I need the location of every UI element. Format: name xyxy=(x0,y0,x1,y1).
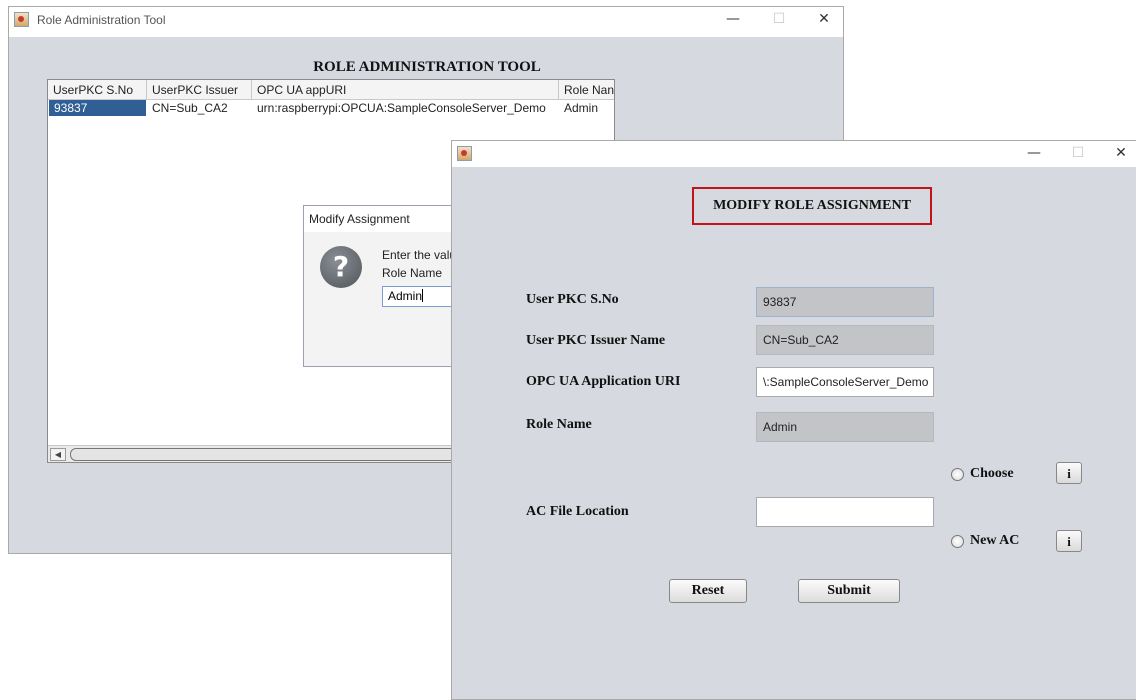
cell-role[interactable]: Admin xyxy=(559,100,614,116)
text-cursor xyxy=(422,289,424,302)
choose-radio[interactable] xyxy=(951,468,964,481)
role-field[interactable]: Admin xyxy=(756,412,934,442)
new-ac-info-button[interactable]: i xyxy=(1056,530,1082,552)
minimize-icon[interactable]: — xyxy=(723,11,743,27)
choose-info-button[interactable]: i xyxy=(1056,462,1082,484)
page-title: ROLE ADMINISTRATION TOOL xyxy=(313,59,541,75)
cell-issuer[interactable]: CN=Sub_CA2 xyxy=(147,100,252,116)
scroll-left-icon[interactable]: ◀ xyxy=(50,448,66,461)
column-header-sno[interactable]: UserPKC S.No xyxy=(48,80,147,100)
column-header-issuer[interactable]: UserPKC Issuer xyxy=(147,80,252,100)
submit-button[interactable]: Submit xyxy=(798,579,900,603)
maximize-icon[interactable]: ☐ xyxy=(1068,145,1088,161)
new-ac-radio[interactable] xyxy=(951,535,964,548)
column-header-appuri[interactable]: OPC UA appURI xyxy=(252,80,559,100)
sno-field[interactable]: 93837 xyxy=(756,287,934,317)
ac-file-field[interactable] xyxy=(756,497,934,527)
reset-button[interactable]: Reset xyxy=(669,579,747,603)
issuer-label: User PKC Issuer Name xyxy=(526,333,666,348)
cell-sno[interactable]: 93837 xyxy=(49,100,146,116)
issuer-field[interactable]: CN=Sub_CA2 xyxy=(756,325,934,355)
column-header-role[interactable]: Role Nan xyxy=(559,80,614,100)
uri-label: OPC UA Application URI xyxy=(526,374,681,389)
cell-appuri[interactable]: urn:raspberrypi:OPCUA:SampleConsoleServe… xyxy=(252,100,559,116)
window-title: Role Administration Tool xyxy=(37,13,166,27)
java-app-icon xyxy=(457,146,472,161)
modify-assignment-dialog: Modify Assignment ? Enter the value Role… xyxy=(303,205,474,367)
role-name-input-value: Admin xyxy=(388,289,423,303)
modify-header: MODIFY ROLE ASSIGNMENT xyxy=(692,187,932,225)
uri-field[interactable]: \:SampleConsoleServer_Demo xyxy=(756,367,934,397)
new-ac-label[interactable]: New AC xyxy=(970,533,1019,549)
choose-label[interactable]: Choose xyxy=(970,466,1014,482)
modify-role-window: — ☐ ✕ MODIFY ROLE ASSIGNMENT User PKC S.… xyxy=(451,140,1136,700)
modify-title-bar: — ☐ ✕ xyxy=(452,141,1136,167)
close-icon[interactable]: ✕ xyxy=(814,11,834,27)
java-app-icon xyxy=(14,12,29,27)
ac-file-label: AC File Location xyxy=(526,504,629,519)
dialog-title: Modify Assignment xyxy=(309,212,410,226)
sno-label: User PKC S.No xyxy=(526,292,619,307)
question-icon: ? xyxy=(320,246,362,288)
close-icon[interactable]: ✕ xyxy=(1111,145,1131,161)
title-bar: Role Administration Tool — ☐ ✕ xyxy=(9,7,843,37)
role-label: Role Name xyxy=(526,417,592,432)
dialog-field-label: Role Name xyxy=(382,266,443,280)
minimize-icon[interactable]: — xyxy=(1024,145,1044,161)
maximize-icon[interactable]: ☐ xyxy=(769,11,789,27)
